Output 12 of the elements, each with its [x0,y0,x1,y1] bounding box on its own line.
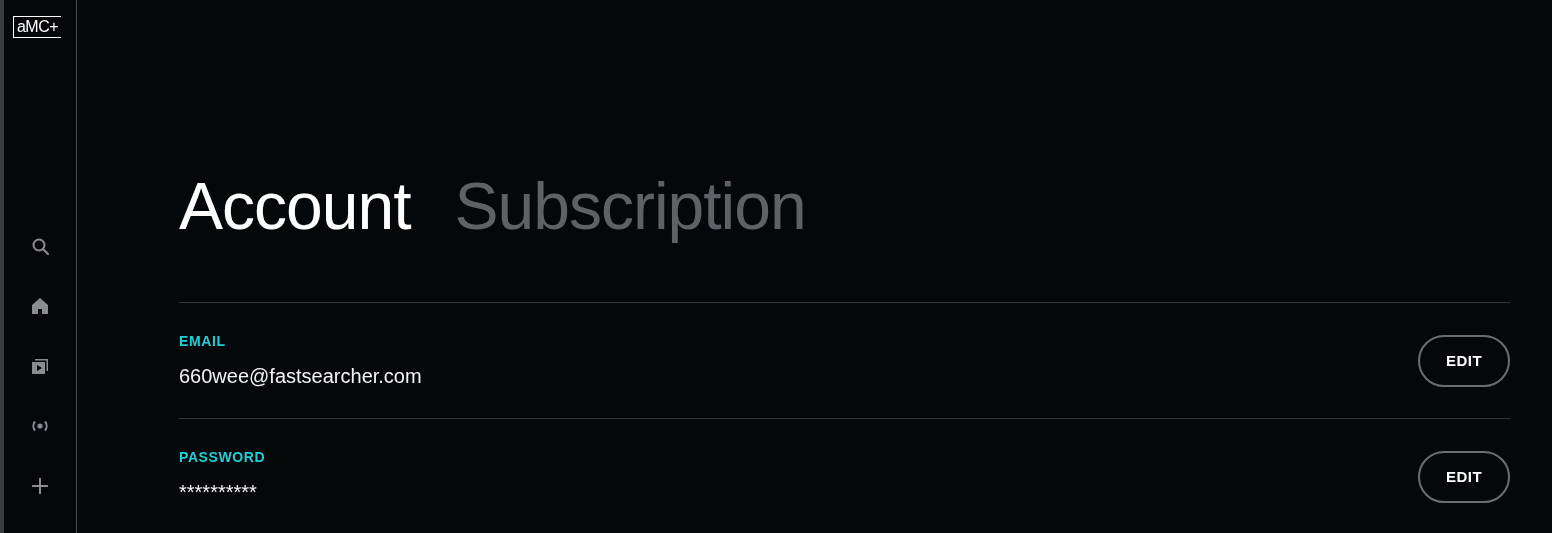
home-icon[interactable] [30,296,50,316]
field-value: 660wee@fastsearcher.com [179,365,422,388]
field-label: PASSWORD [179,449,266,465]
field-value: ********** [179,481,258,504]
search-icon[interactable] [30,236,50,256]
field-label: EMAIL [179,333,227,349]
edit-button[interactable]: EDIT [1418,334,1510,387]
tab[interactable]: Account [179,166,411,246]
play-window-icon[interactable] [30,356,50,376]
edit-button[interactable]: EDIT [1418,450,1510,503]
plus-icon[interactable] [30,476,50,496]
logo[interactable]: aMC+ [12,16,62,38]
